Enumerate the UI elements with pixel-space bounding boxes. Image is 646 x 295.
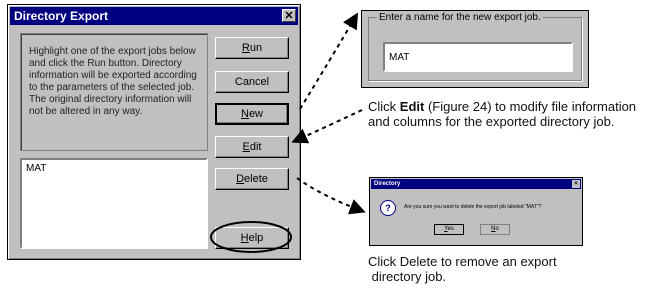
job-name-input[interactable]: MAT: [383, 42, 573, 72]
confirm-title: Directory: [374, 181, 401, 187]
confirm-close-icon[interactable]: ×: [572, 180, 580, 188]
question-icon: ?: [380, 200, 396, 216]
no-button[interactable]: No: [480, 224, 510, 235]
confirm-message: Are you sure you want to delete the expo…: [404, 204, 542, 210]
arrow-new-to-name: [299, 12, 359, 110]
confirm-title-bar: Directory ×: [371, 179, 581, 189]
delete-caption: Click Delete to remove an export directo…: [368, 254, 557, 284]
new-export-job-panel: Enter a name for the new export job. MAT: [361, 10, 589, 88]
arrow-delete-to-confirm: [296, 177, 366, 215]
edit-caption: Click Edit (Figure 24) to modify file in…: [368, 99, 637, 129]
job-name-group: Enter a name for the new export job. MAT: [368, 12, 582, 81]
arrow-caption-to-edit: [291, 109, 363, 144]
help-highlight-ellipse: [210, 221, 292, 253]
confirm-delete-dialog: Directory × ? Are you sure you want to d…: [369, 177, 583, 246]
job-name-label: Enter a name for the new export job.: [377, 12, 543, 23]
yes-button[interactable]: Yes: [434, 224, 464, 235]
